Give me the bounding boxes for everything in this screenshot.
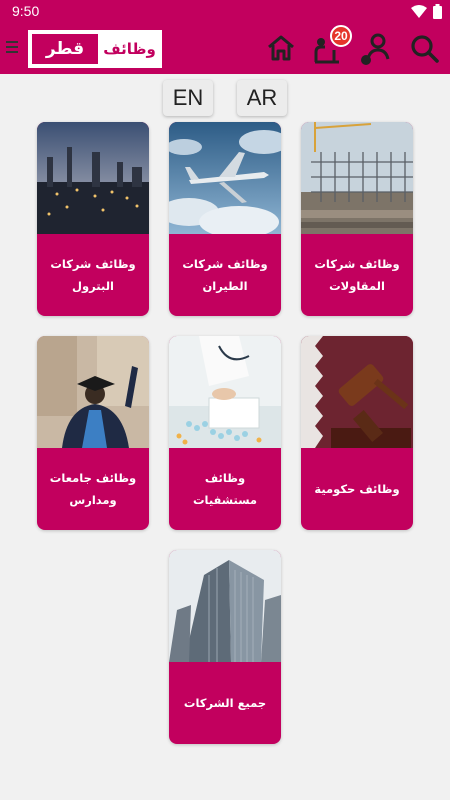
profile-icon[interactable]: [358, 32, 394, 66]
category-label: وظائف جامعات ومدارس: [49, 471, 137, 507]
category-label: وظائف حكومية: [314, 482, 400, 496]
category-label: وظائف شركات المقاولات: [314, 257, 400, 293]
category-card-petroleum[interactable]: وظائف شركات البترول: [37, 122, 149, 316]
battery-icon: [433, 4, 442, 19]
skyscraper-image: [169, 550, 281, 662]
category-card-contracting[interactable]: وظائف شركات المقاولات: [301, 122, 413, 316]
menu-icon[interactable]: [6, 38, 20, 58]
home-icon[interactable]: [266, 34, 296, 62]
category-card-all-companies[interactable]: جميع الشركات: [169, 550, 281, 744]
app-logo[interactable]: قطر وظائف: [28, 30, 162, 68]
refinery-image: [37, 122, 149, 234]
category-card-government[interactable]: وظائف حكومية: [301, 336, 413, 530]
category-label: جميع الشركات: [183, 696, 267, 710]
category-label: وظائف شركات البترول: [50, 257, 136, 293]
language-ar-button[interactable]: AR: [237, 80, 287, 116]
category-label: وظائف شركات الطيران: [182, 257, 268, 293]
category-label: وظائف مستشفيات: [192, 471, 258, 507]
graduate-image: [37, 336, 149, 448]
language-en-button[interactable]: EN: [163, 80, 213, 116]
airplane-image: [169, 122, 281, 234]
gavel-flag-image: [301, 336, 413, 448]
system-icons: [411, 4, 442, 19]
status-bar: 9:50: [0, 0, 450, 24]
construction-image: [301, 122, 413, 234]
search-icon[interactable]: [410, 34, 440, 64]
doctor-image: [169, 336, 281, 448]
status-time: 9:50: [12, 3, 40, 19]
category-card-hospitals[interactable]: وظائف مستشفيات: [169, 336, 281, 530]
notification-badge: 20: [330, 25, 352, 47]
wifi-icon: [411, 4, 427, 18]
category-card-universities[interactable]: وظائف جامعات ومدارس: [37, 336, 149, 530]
category-card-airlines[interactable]: وظائف شركات الطيران: [169, 122, 281, 316]
logo-left-text: قطر: [32, 34, 98, 64]
logo-right-text: وظائف: [103, 40, 156, 58]
app-bar: قطر وظائف 20: [0, 24, 450, 74]
